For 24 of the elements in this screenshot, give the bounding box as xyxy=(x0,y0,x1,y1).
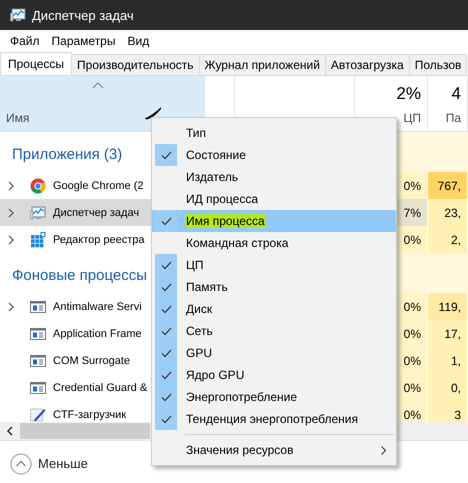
process-name: Credential Guard & xyxy=(53,382,148,394)
process-name: Диспетчер задач xyxy=(53,206,140,218)
memory-cell: 0, xyxy=(428,374,468,401)
memory-cell: 1, xyxy=(428,347,468,374)
column-label: Па xyxy=(446,111,461,125)
memory-cell: 767, xyxy=(428,172,468,199)
process-name: Редактор реестра xyxy=(53,234,145,246)
column-percent: 4 xyxy=(452,84,461,104)
group-header: Фоновые процессы xyxy=(11,266,147,284)
process-name: CTF-загрузчик xyxy=(53,408,126,420)
process-name: Antimalware Servi xyxy=(53,300,142,312)
memory-cell: 3 xyxy=(428,401,468,422)
process-name: Google Chrome (2 xyxy=(53,180,144,192)
memory-cell: 119, xyxy=(428,293,468,320)
column-label: Имя xyxy=(6,111,30,125)
column-percent: 2% xyxy=(396,84,421,104)
process-name: COM Surrogate xyxy=(53,354,130,366)
memory-cell: 17, xyxy=(428,320,468,347)
memory-cell: 23, xyxy=(428,199,468,226)
column-label: ЦП xyxy=(403,111,421,125)
group-header: Приложения (3) xyxy=(11,145,122,163)
window-title: Диспетчер задач xyxy=(32,8,134,22)
memory-cell: 2, xyxy=(428,226,468,253)
process-name: Application Frame xyxy=(53,328,142,340)
